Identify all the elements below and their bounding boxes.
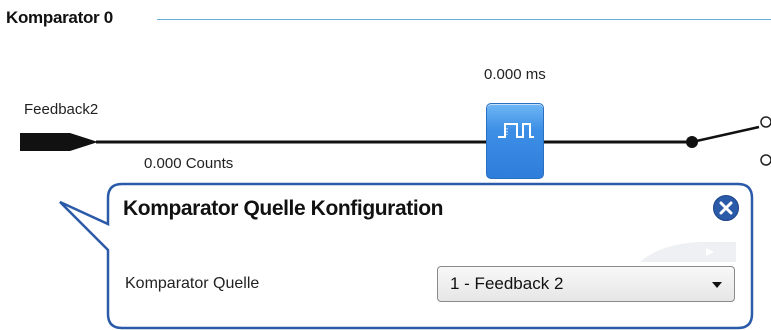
close-icon [719,201,733,215]
chevron-down-icon [712,282,722,288]
komparator-quelle-select[interactable]: 1 - Feedback 2 [437,266,735,302]
select-value: 1 - Feedback 2 [450,274,564,293]
popup-close-button[interactable] [713,195,739,221]
popup-title: Komparator Quelle Konfiguration [123,197,444,220]
komparator-quelle-label: Komparator Quelle [125,275,260,292]
komparator-canvas: Komparator 0 0.000 ms Feedback2 0.000 Co… [0,0,771,330]
watermark-decoration [640,242,736,262]
